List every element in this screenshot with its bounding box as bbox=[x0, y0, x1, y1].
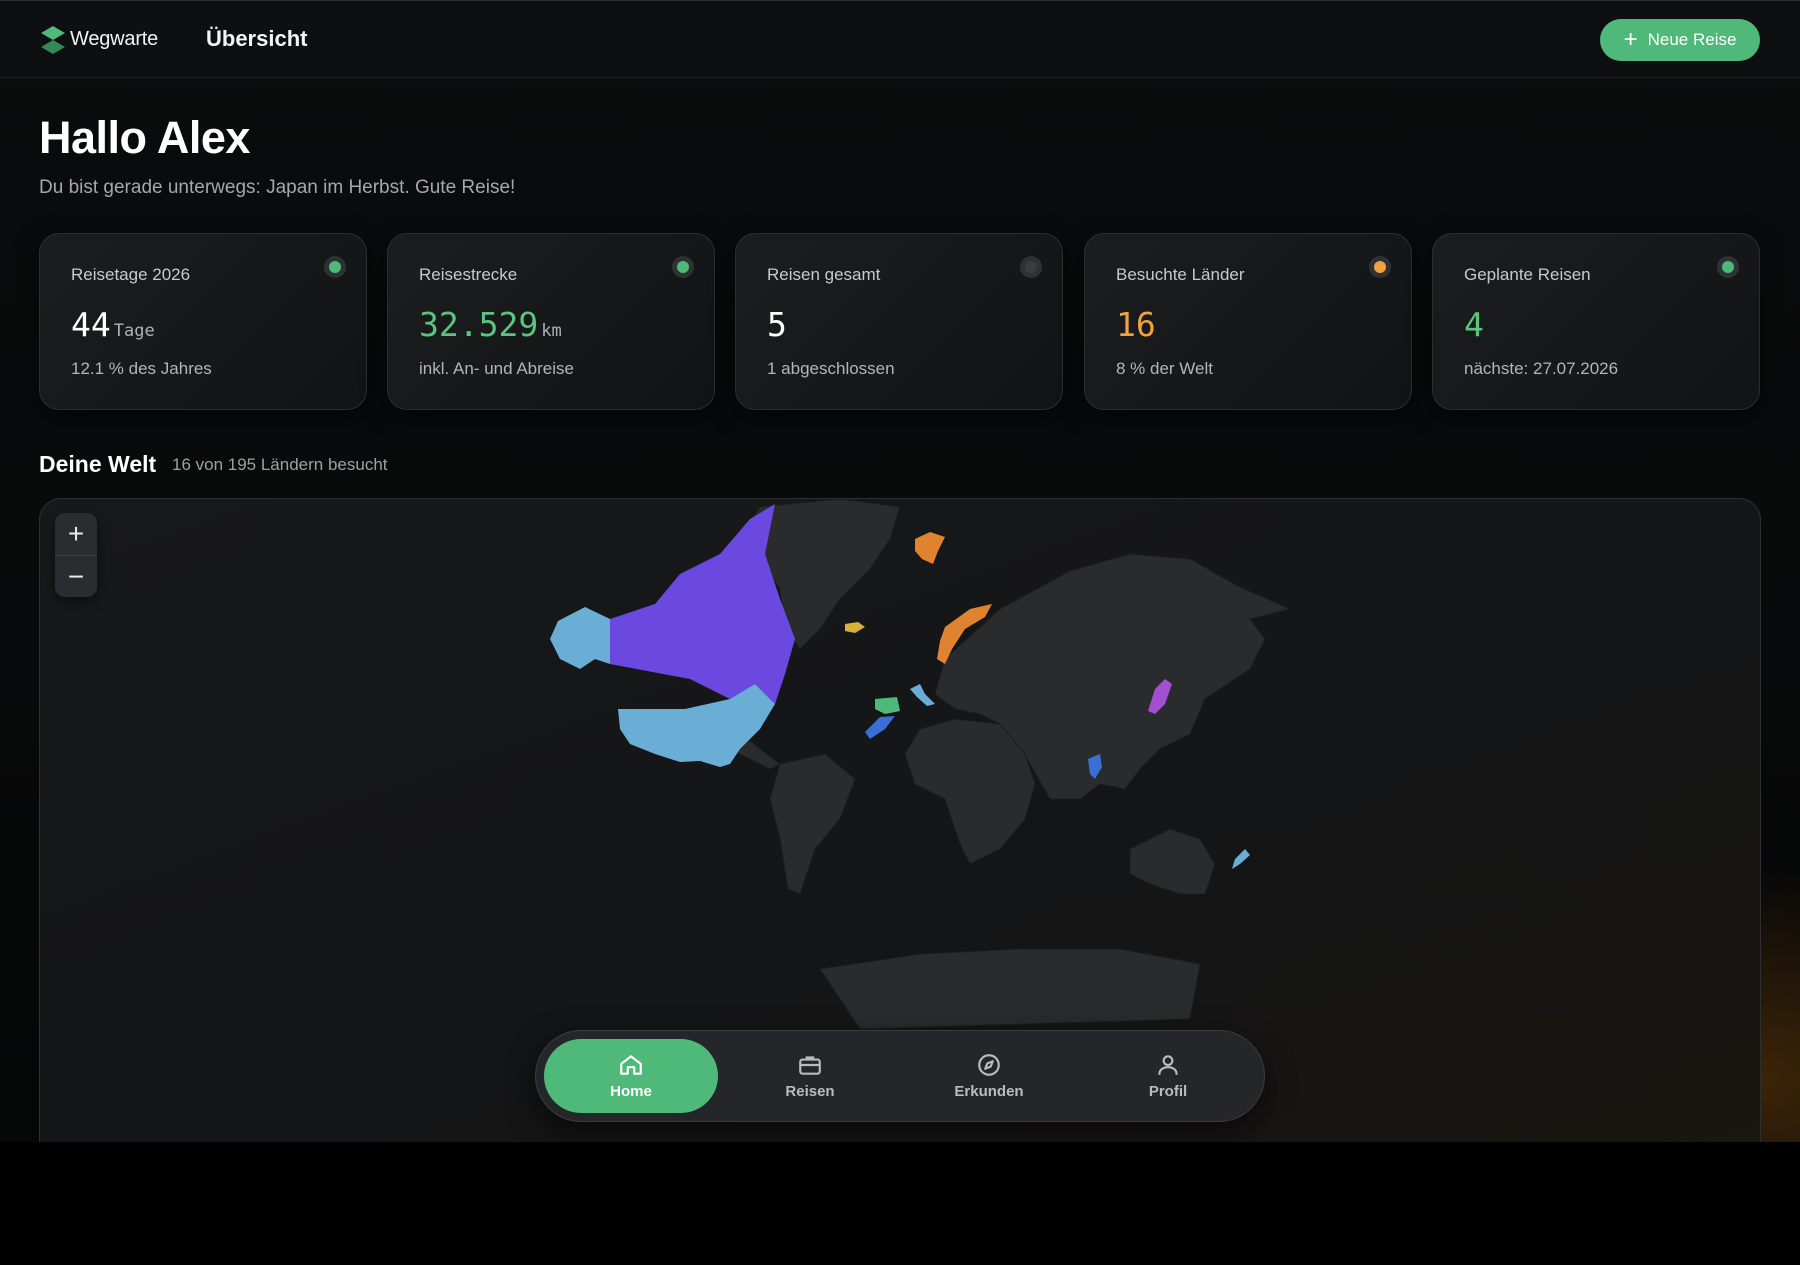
logo-icon bbox=[41, 26, 65, 54]
map-country-canada[interactable] bbox=[610, 504, 795, 704]
world-section-title: Deine Welt bbox=[39, 451, 157, 477]
zoom-in-button[interactable]: + bbox=[55, 513, 97, 555]
status-dot bbox=[1717, 256, 1739, 278]
stat-number: 4 bbox=[1464, 305, 1484, 344]
stat-label: Reisen gesamt bbox=[767, 265, 881, 284]
bottom-navigation: Home Reisen Erkunden Profil bbox=[535, 1030, 1265, 1122]
stat-note: 8 % der Welt bbox=[1116, 359, 1214, 378]
map-country-italy[interactable] bbox=[910, 684, 935, 706]
status-dot-fill bbox=[329, 261, 341, 273]
nav-item-reisen[interactable]: Reisen bbox=[723, 1039, 897, 1113]
map-land-australia[interactable] bbox=[1129, 828, 1216, 895]
stat-card-planned[interactable]: Geplante Reisen 4 nächste: 27.07.2026 bbox=[1432, 233, 1760, 410]
stat-card-countries[interactable]: Besuchte Länder 16 8 % der Welt bbox=[1084, 233, 1412, 410]
greeting-subtitle: Du bist gerade unterwegs: Japan im Herbs… bbox=[39, 177, 516, 198]
stat-label: Besuchte Länder bbox=[1116, 265, 1245, 284]
page-nav-title: Übersicht bbox=[206, 26, 308, 51]
map-land-south-america[interactable] bbox=[769, 753, 856, 895]
home-icon bbox=[620, 1055, 642, 1075]
stat-unit: Tage bbox=[113, 321, 155, 341]
stat-value: 4 bbox=[1464, 305, 1487, 344]
stat-value: 16 bbox=[1116, 305, 1159, 344]
status-dot bbox=[1020, 256, 1042, 278]
user-icon bbox=[1158, 1055, 1178, 1075]
world-section-meta: 16 von 195 Ländern besucht bbox=[172, 455, 388, 474]
nav-label: Reisen bbox=[785, 1083, 835, 1100]
stat-note: 12.1 % des Jahres bbox=[71, 359, 212, 378]
stat-number: 44 bbox=[71, 305, 111, 344]
map-land-antarctica[interactable] bbox=[819, 948, 1201, 1030]
stat-label: Geplante Reisen bbox=[1464, 265, 1591, 284]
stat-note: inkl. An- und Abreise bbox=[419, 359, 574, 378]
status-dot bbox=[1369, 256, 1391, 278]
nav-item-profil[interactable]: Profil bbox=[1081, 1039, 1255, 1113]
status-dot bbox=[324, 256, 346, 278]
nav-item-erkunden[interactable]: Erkunden bbox=[902, 1039, 1076, 1113]
map-country-morocco[interactable] bbox=[865, 716, 895, 739]
map-country-spain[interactable] bbox=[875, 697, 900, 714]
map-country-iceland[interactable] bbox=[845, 622, 865, 633]
map-zoom-control: + − bbox=[55, 513, 97, 597]
status-dot-fill bbox=[1374, 261, 1386, 273]
nav-label: Erkunden bbox=[954, 1083, 1024, 1100]
compass-icon bbox=[978, 1054, 1000, 1076]
briefcase-icon bbox=[799, 1056, 821, 1075]
new-trip-button[interactable]: + Neue Reise bbox=[1600, 19, 1760, 61]
brand-name[interactable]: Wegwarte bbox=[70, 28, 158, 51]
new-trip-label: Neue Reise bbox=[1647, 30, 1737, 49]
map-country-svalbard[interactable] bbox=[915, 532, 945, 564]
plus-icon: + bbox=[1623, 26, 1638, 53]
stat-note: nächste: 27.07.2026 bbox=[1464, 359, 1619, 378]
status-dot bbox=[672, 256, 694, 278]
top-bar: Wegwarte Übersicht + Neue Reise bbox=[0, 0, 1800, 78]
stat-note: 1 abgeschlossen bbox=[767, 359, 895, 378]
stat-number: 16 bbox=[1116, 305, 1156, 344]
stat-number: 5 bbox=[767, 305, 787, 344]
map-country-new-zealand[interactable] bbox=[1232, 849, 1250, 869]
status-dot-fill bbox=[1722, 261, 1734, 273]
stat-number: 32.529 bbox=[419, 305, 539, 344]
nav-label: Home bbox=[610, 1083, 652, 1100]
stat-card-travel-days[interactable]: Reisetage 2026 44 Tage 12.1 % des Jahres bbox=[39, 233, 367, 410]
status-dot-fill bbox=[677, 261, 689, 273]
stat-card-trips-total[interactable]: Reisen gesamt 5 1 abgeschlossen bbox=[735, 233, 1063, 410]
app-root: Wegwarte Übersicht + Neue Reise Hallo Al… bbox=[0, 0, 1800, 1142]
stat-value: 32.529 km bbox=[419, 305, 562, 344]
stat-unit: km bbox=[541, 321, 562, 341]
stat-label: Reisetage 2026 bbox=[71, 265, 191, 284]
stat-value: 44 Tage bbox=[71, 305, 155, 344]
status-dot-fill bbox=[1025, 261, 1037, 273]
stat-value: 5 bbox=[767, 305, 790, 344]
greeting-title: Hallo Alex bbox=[39, 112, 250, 163]
nav-label: Profil bbox=[1148, 1083, 1188, 1100]
zoom-out-button[interactable]: − bbox=[55, 555, 97, 597]
nav-item-home[interactable]: Home bbox=[544, 1039, 718, 1113]
stat-card-distance[interactable]: Reisestrecke 32.529 km inkl. An- und Abre… bbox=[387, 233, 715, 410]
stat-label: Reisestrecke bbox=[419, 265, 518, 284]
map-country-usa-alaska[interactable] bbox=[550, 607, 610, 669]
